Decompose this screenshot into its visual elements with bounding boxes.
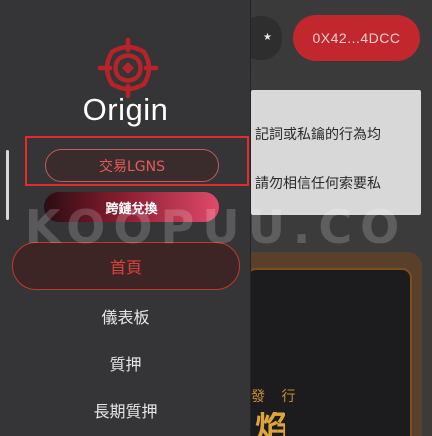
nav-item-home[interactable]: 首頁 [12,242,240,290]
trade-lgns-button[interactable]: 交易LGNS [45,149,219,182]
nav-item-dashboard[interactable]: 儀表板 [0,304,251,328]
brand-title: Origin [82,92,169,127]
notice-line-2: 請勿相信任何索要私 [255,176,381,192]
scrollbar-thumb[interactable] [6,150,9,220]
wallet-address-button[interactable]: 0X42...4DCC [293,15,420,61]
cross-chain-swap-button[interactable]: 跨鏈兌換 [44,192,219,222]
nav-item-long-stake[interactable]: 長期質押 [0,398,251,422]
notice-line-1: 記詞或私鑰的行為均 [255,127,381,143]
promo-label: 發 行 [251,389,302,405]
origin-logo-icon [97,37,159,99]
promo-card-inner [246,268,412,436]
nav-item-stake[interactable]: 質押 [0,351,251,375]
promo-big-text: 焰 [255,412,285,436]
sidebar-drawer: Origin 交易LGNS 跨鏈兌換 首頁 儀表板 質押 長期質押 [0,0,251,436]
star-icon: ★ [263,32,272,43]
notice-card [251,90,421,215]
